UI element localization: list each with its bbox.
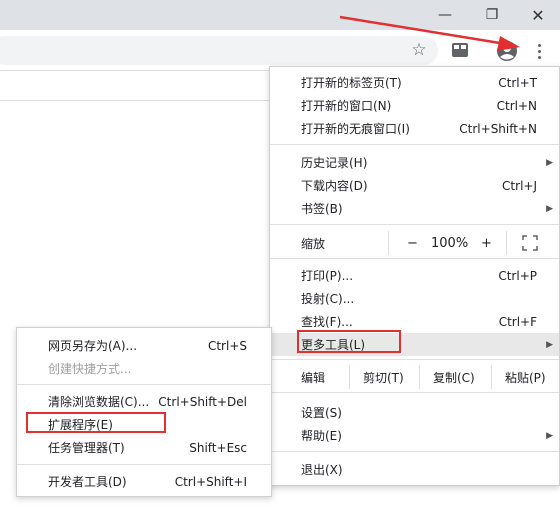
- submenu-arrow-icon: ▶: [546, 339, 553, 350]
- annotation-box-extensions: [26, 412, 166, 433]
- fullscreen-icon[interactable]: [522, 235, 538, 251]
- submenu-arrow-icon: ▶: [546, 203, 553, 214]
- close-window-button[interactable]: ✕: [518, 0, 558, 30]
- title-bar: — ❐ ✕: [0, 0, 560, 30]
- menu-separator: [270, 224, 559, 225]
- menu-zoom-row: 缩放 − 100% +: [270, 231, 559, 255]
- chrome-main-menu: 打开新的标签页(T) Ctrl+T 打开新的窗口(N) Ctrl+N 打开新的无…: [269, 66, 560, 486]
- submenu-item-task-manager[interactable]: 任务管理器(T) Shift+Esc: [17, 436, 271, 459]
- paste-button[interactable]: 粘贴(P): [505, 365, 546, 389]
- submenu-arrow-icon: ▶: [546, 157, 553, 168]
- address-bar[interactable]: [0, 36, 438, 65]
- menu-item-label: 打开新的标签页(T): [301, 76, 402, 90]
- menu-item-label: 创建快捷方式...: [48, 362, 132, 376]
- menu-item-shortcut: Ctrl+S: [207, 338, 247, 353]
- menu-separator: [270, 451, 559, 452]
- submenu-item-create-shortcut: 创建快捷方式...: [17, 357, 271, 380]
- menu-item-label: 任务管理器(T): [48, 441, 125, 455]
- menu-item-label: 设置(S): [301, 406, 342, 420]
- submenu-arrow-icon: ▶: [546, 430, 553, 441]
- menu-item-label: 打开新的窗口(N): [301, 99, 392, 113]
- menu-item-shortcut: Shift+Esc: [189, 440, 247, 455]
- menu-item-shortcut: Ctrl+T: [498, 75, 537, 90]
- zoom-out-button[interactable]: −: [407, 236, 418, 251]
- copy-button[interactable]: 复制(C): [433, 365, 475, 389]
- menu-item-label: 帮助(E): [301, 429, 342, 443]
- menu-item-exit[interactable]: 退出(X): [270, 458, 559, 481]
- menu-item-shortcut: Ctrl+J: [502, 178, 537, 193]
- menu-item-shortcut: Ctrl+F: [498, 314, 537, 329]
- menu-edit-row: 编辑 剪切(T) 复制(C) 粘贴(P): [270, 365, 559, 389]
- menu-item-settings[interactable]: 设置(S): [270, 401, 559, 424]
- menu-item-cast[interactable]: 投射(C)...: [270, 287, 559, 310]
- menu-item-label: 打印(P)...: [301, 269, 354, 283]
- menu-item-downloads[interactable]: 下载内容(D) Ctrl+J: [270, 174, 559, 197]
- menu-separator: [17, 464, 271, 465]
- menu-item-print[interactable]: 打印(P)... Ctrl+P: [270, 264, 559, 287]
- menu-item-shortcut: Ctrl+P: [498, 268, 537, 283]
- menu-item-shortcut: Ctrl+N: [496, 98, 537, 113]
- page-divider: [0, 100, 270, 101]
- menu-item-label: 查找(F)...: [301, 315, 353, 329]
- menu-item-label: 打开新的无痕窗口(I): [301, 122, 410, 136]
- zoom-level: 100%: [431, 235, 469, 251]
- extension-icon[interactable]: [450, 40, 470, 60]
- menu-item-label: 历史记录(H): [301, 156, 368, 170]
- menu-item-bookmarks[interactable]: 书签(B) ▶: [270, 197, 559, 220]
- zoom-label: 缩放: [301, 236, 326, 251]
- menu-item-label: 退出(X): [301, 463, 343, 477]
- menu-item-label: 投射(C)...: [301, 292, 355, 306]
- minimize-button[interactable]: —: [425, 0, 465, 30]
- menu-item-shortcut: Ctrl+Shift+N: [459, 121, 537, 136]
- menu-item-label: 下载内容(D): [301, 179, 368, 193]
- menu-separator: [17, 384, 271, 385]
- menu-item-incognito[interactable]: 打开新的无痕窗口(I) Ctrl+Shift+N: [270, 117, 559, 140]
- menu-item-label: 开发者工具(D): [48, 475, 127, 489]
- menu-item-label: 清除浏览数据(C)...: [48, 395, 150, 409]
- menu-item-new-window[interactable]: 打开新的窗口(N) Ctrl+N: [270, 94, 559, 117]
- menu-separator: [270, 144, 559, 145]
- annotation-box-more-tools: [297, 330, 401, 353]
- more-menu-icon[interactable]: [528, 38, 550, 64]
- cut-button[interactable]: 剪切(T): [363, 365, 404, 389]
- menu-item-new-tab[interactable]: 打开新的标签页(T) Ctrl+T: [270, 71, 559, 94]
- profile-icon[interactable]: [496, 40, 518, 62]
- menu-item-shortcut: Ctrl+Shift+Del: [158, 394, 247, 409]
- menu-item-shortcut: Ctrl+Shift+I: [174, 474, 247, 489]
- edit-label: 编辑: [301, 370, 326, 385]
- browser-toolbar: ☆: [0, 30, 560, 71]
- submenu-item-save-page[interactable]: 网页另存为(A)... Ctrl+S: [17, 334, 271, 357]
- menu-separator: [270, 258, 559, 259]
- submenu-item-clear-data[interactable]: 清除浏览数据(C)... Ctrl+Shift+Del: [17, 390, 271, 413]
- zoom-in-button[interactable]: +: [481, 236, 492, 251]
- menu-item-label: 网页另存为(A)...: [48, 339, 138, 353]
- menu-item-label: 书签(B): [301, 202, 343, 216]
- bookmark-star-icon[interactable]: ☆: [408, 39, 430, 61]
- menu-separator: [270, 392, 559, 393]
- menu-item-help[interactable]: 帮助(E) ▶: [270, 424, 559, 447]
- menu-separator: [270, 359, 559, 360]
- submenu-item-dev-tools[interactable]: 开发者工具(D) Ctrl+Shift+I: [17, 470, 271, 493]
- menu-item-history[interactable]: 历史记录(H) ▶: [270, 151, 559, 174]
- maximize-button[interactable]: ❐: [472, 0, 512, 30]
